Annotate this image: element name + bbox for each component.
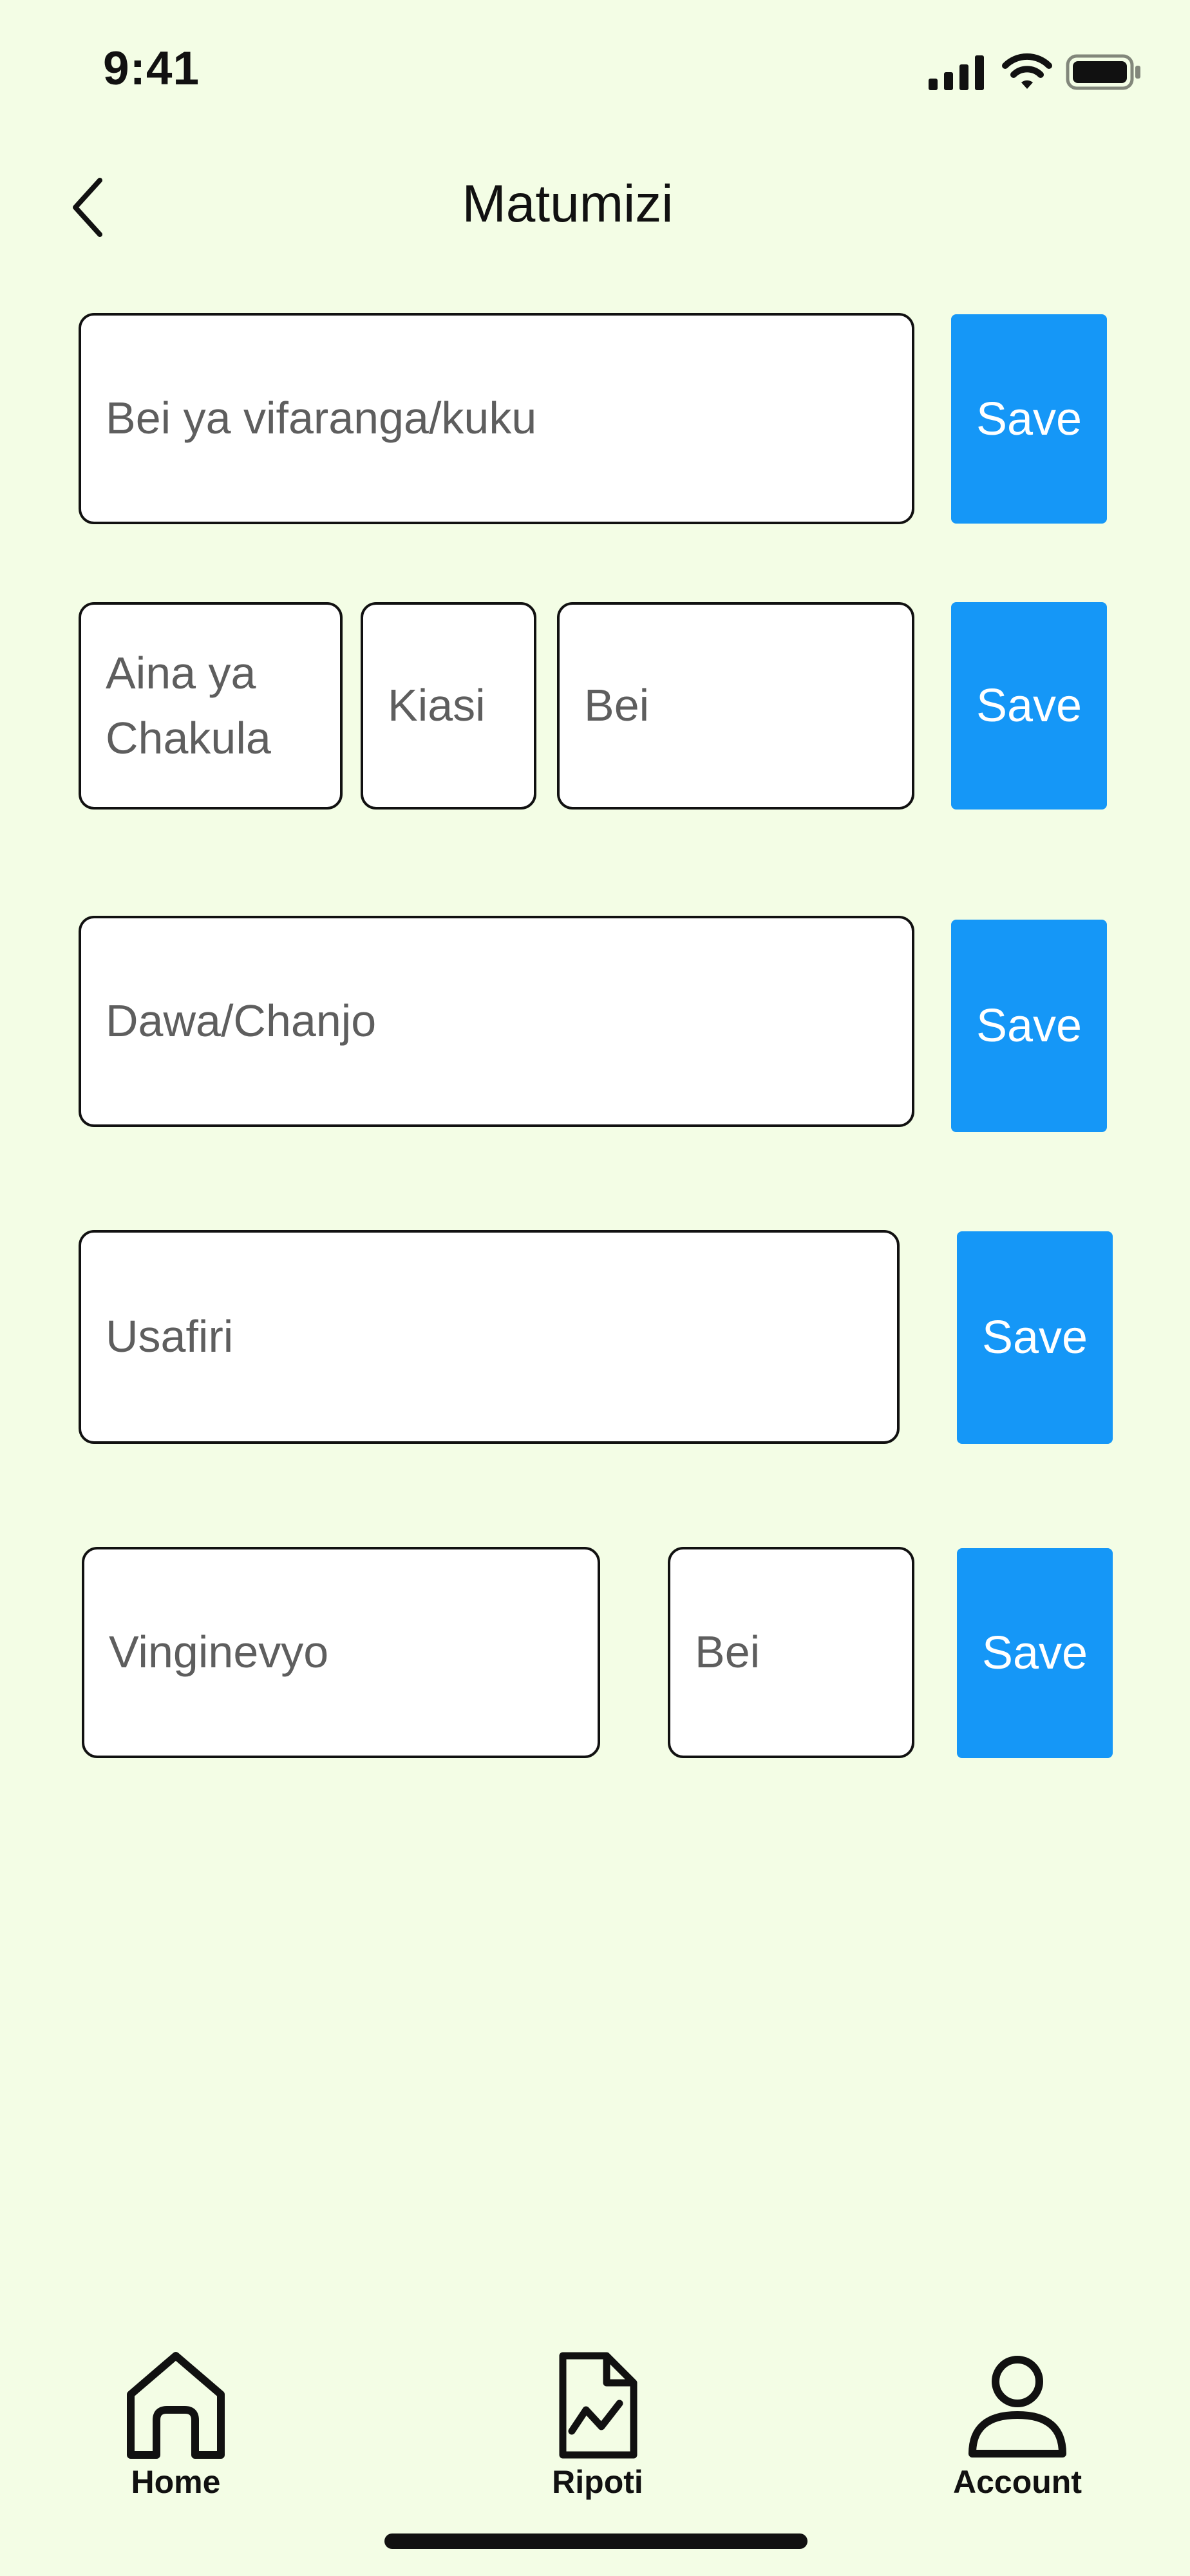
food-price-field[interactable]: Bei: [557, 602, 914, 810]
nav-home-label: Home: [131, 2464, 221, 2500]
account-icon: [968, 2356, 1066, 2458]
nav-account[interactable]: Account: [940, 2351, 1095, 2501]
nav-account-label: Account: [953, 2464, 1082, 2500]
save-other-button[interactable]: Save: [957, 1548, 1113, 1758]
other-price-field[interactable]: Bei: [668, 1547, 914, 1758]
food-quantity-field[interactable]: Kiasi: [361, 602, 536, 810]
transport-field[interactable]: Usafiri: [79, 1230, 900, 1444]
nav-home[interactable]: Home: [111, 2351, 240, 2501]
save-medicine-button[interactable]: Save: [951, 920, 1107, 1132]
nav-ripoti[interactable]: Ripoti: [533, 2351, 662, 2501]
chick-price-field[interactable]: Bei ya vifaranga/kuku: [79, 313, 914, 524]
medicine-vaccine-field[interactable]: Dawa/Chanjo: [79, 916, 914, 1127]
cellular-signal-icon: [929, 55, 984, 90]
save-food-button[interactable]: Save: [951, 602, 1107, 810]
status-time: 9:41: [103, 43, 200, 95]
home-indicator: [384, 2533, 808, 2549]
save-chick-price-button[interactable]: Save: [951, 314, 1107, 524]
other-expense-field[interactable]: Vinginevyo: [82, 1547, 600, 1758]
report-icon: [559, 2352, 638, 2459]
page-title: Matumizi: [462, 175, 674, 233]
battery-icon: [1066, 54, 1140, 90]
food-type-field[interactable]: Aina ya Chakula: [79, 602, 343, 810]
nav-ripoti-label: Ripoti: [552, 2464, 643, 2500]
home-icon: [127, 2352, 225, 2459]
save-transport-button[interactable]: Save: [957, 1231, 1113, 1444]
wifi-icon: [1002, 53, 1052, 89]
